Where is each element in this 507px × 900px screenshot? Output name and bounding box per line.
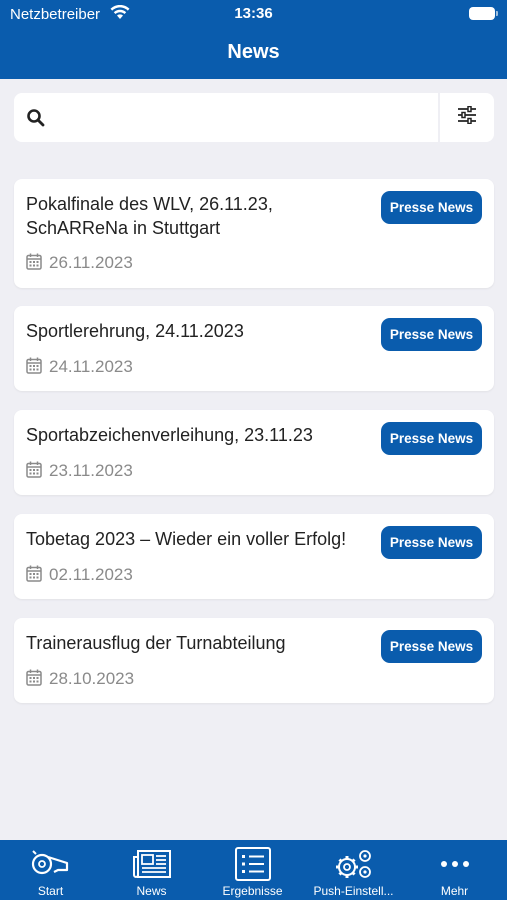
tab-ergebnisse[interactable]: Ergebnisse [202, 840, 303, 900]
status-bar: Netzbetreiber 13:36 [0, 0, 507, 28]
search-input[interactable] [58, 101, 438, 134]
tab-mehr[interactable]: Mehr [404, 840, 505, 900]
calendar-icon [26, 253, 42, 275]
news-card[interactable]: Sportabzeichenverleihung, 23.11.23 Press… [14, 410, 494, 495]
page-title: News [227, 41, 280, 63]
tab-bar: Start News Ergebnisse Push-Einstell... M… [0, 840, 507, 900]
search-bar [14, 93, 494, 142]
news-date: 02.11.2023 [49, 565, 133, 584]
news-title: Trainerausflug der Turnabteilung [26, 633, 286, 653]
news-card[interactable]: Sportlerehrung, 24.11.2023 Presse News 2… [14, 306, 494, 391]
category-badge: Presse News [381, 630, 482, 663]
calendar-icon [26, 461, 42, 483]
tab-start[interactable]: Start [0, 840, 101, 900]
battery-icon [469, 7, 498, 20]
category-badge: Presse News [381, 191, 482, 224]
sliders-icon [457, 105, 477, 129]
clock: 13:36 [234, 5, 273, 22]
category-badge: Presse News [381, 318, 482, 351]
filter-button[interactable] [440, 93, 494, 142]
calendar-icon [26, 565, 42, 587]
tab-label: Push-Einstell... [313, 884, 394, 898]
search-icon [26, 108, 46, 133]
news-date: 23.11.2023 [49, 461, 133, 480]
news-card[interactable]: Trainerausflug der Turnabteilung Presse … [14, 618, 494, 703]
header: Netzbetreiber 13:36 News [0, 0, 507, 79]
tab-news[interactable]: News [101, 840, 202, 900]
tab-label: Ergebnisse [222, 884, 283, 898]
news-title: Pokalfinale des WLV, 26.11.23, SchARReNa… [26, 194, 273, 238]
news-card[interactable]: Tobetag 2023 – Wieder ein voller Erfolg!… [14, 514, 494, 599]
whistle-icon [0, 846, 101, 882]
news-date: 24.11.2023 [49, 357, 133, 376]
news-title: Sportlerehrung, 24.11.2023 [26, 321, 244, 341]
tab-label: Start [37, 884, 64, 898]
category-badge: Presse News [381, 422, 482, 455]
tab-label: Mehr [440, 884, 469, 898]
category-badge: Presse News [381, 526, 482, 559]
news-date: 28.10.2023 [49, 669, 135, 688]
news-date: 26.11.2023 [49, 253, 133, 272]
tab-push-einstellungen[interactable]: Push-Einstell... [303, 840, 404, 900]
news-card[interactable]: Pokalfinale des WLV, 26.11.23, SchARReNa… [14, 179, 494, 288]
more-icon [404, 846, 505, 882]
calendar-icon [26, 669, 42, 691]
news-title: Sportabzeichenverleihung, 23.11.23 [26, 425, 313, 445]
news-title: Tobetag 2023 – Wieder ein voller Erfolg! [26, 529, 347, 549]
gears-icon [303, 846, 404, 882]
tab-label: News [136, 884, 167, 898]
calendar-icon [26, 357, 42, 379]
list-icon [202, 846, 303, 882]
newspaper-icon [101, 846, 202, 882]
